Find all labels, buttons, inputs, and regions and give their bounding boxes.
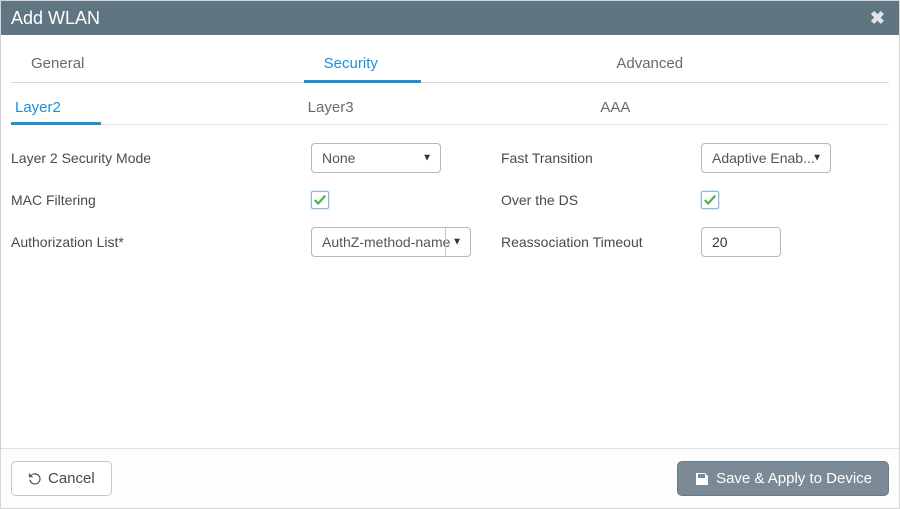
field-reassoc-timeout: Reassociation Timeout: [501, 227, 889, 257]
checkbox-mac-filtering[interactable]: [311, 191, 329, 209]
label-over-ds: Over the DS: [501, 192, 701, 208]
check-icon: [703, 193, 717, 207]
modal-footer: Cancel Save & Apply to Device: [1, 448, 899, 508]
select-value: None: [322, 150, 355, 166]
chevron-down-icon: ▼: [452, 237, 462, 248]
main-tabs: General Security Advanced: [11, 49, 889, 83]
form-content: Layer 2 Security Mode None ▼ MAC Filteri…: [1, 125, 899, 448]
tab-security[interactable]: Security: [304, 49, 597, 82]
field-mac-filtering: MAC Filtering: [11, 191, 471, 209]
button-label: Save & Apply to Device: [716, 470, 872, 487]
tab-label: Security: [324, 55, 378, 72]
check-icon: [313, 193, 327, 207]
tab-advanced[interactable]: Advanced: [596, 49, 889, 82]
save-apply-button[interactable]: Save & Apply to Device: [677, 461, 889, 496]
label-auth-list: Authorization List*: [11, 234, 311, 250]
undo-icon: [28, 472, 42, 486]
subtab-label: Layer2: [15, 99, 61, 116]
input-reassoc-timeout[interactable]: [701, 227, 781, 257]
field-security-mode: Layer 2 Security Mode None ▼: [11, 143, 471, 173]
subtab-label: AAA: [600, 99, 630, 116]
field-fast-transition: Fast Transition Adaptive Enab... ▼: [501, 143, 889, 173]
tab-general[interactable]: General: [11, 49, 304, 82]
select-auth-list[interactable]: AuthZ-method-name ▼: [311, 227, 471, 257]
select-fast-transition[interactable]: Adaptive Enab... ▼: [701, 143, 831, 173]
select-security-mode[interactable]: None ▼: [311, 143, 441, 173]
right-column: Fast Transition Adaptive Enab... ▼ Over …: [471, 143, 889, 438]
checkbox-over-ds[interactable]: [701, 191, 719, 209]
label-reassoc-timeout: Reassociation Timeout: [501, 234, 701, 250]
label-fast-transition: Fast Transition: [501, 150, 701, 166]
modal-header: Add WLAN ✖: [1, 1, 899, 35]
subtab-layer3[interactable]: Layer3: [304, 95, 597, 124]
left-column: Layer 2 Security Mode None ▼ MAC Filteri…: [11, 143, 471, 438]
modal-title: Add WLAN: [11, 8, 100, 29]
select-value: Adaptive Enab...: [712, 150, 815, 166]
tab-label: Advanced: [616, 55, 683, 72]
label-mac-filtering: MAC Filtering: [11, 192, 311, 208]
cancel-button[interactable]: Cancel: [11, 461, 112, 496]
field-over-ds: Over the DS: [501, 191, 889, 209]
tab-label: General: [31, 55, 84, 72]
select-value: AuthZ-method-name: [322, 234, 450, 250]
security-subtabs: Layer2 Layer3 AAA: [11, 95, 889, 125]
label-security-mode: Layer 2 Security Mode: [11, 150, 311, 166]
close-icon[interactable]: ✖: [870, 8, 885, 29]
subtab-layer2[interactable]: Layer2: [11, 95, 304, 124]
field-auth-list: Authorization List* AuthZ-method-name ▼: [11, 227, 471, 257]
button-label: Cancel: [48, 470, 95, 487]
chevron-down-icon: ▼: [422, 153, 432, 164]
save-icon: [694, 471, 710, 487]
subtab-label: Layer3: [308, 99, 354, 116]
subtab-aaa[interactable]: AAA: [596, 95, 889, 124]
